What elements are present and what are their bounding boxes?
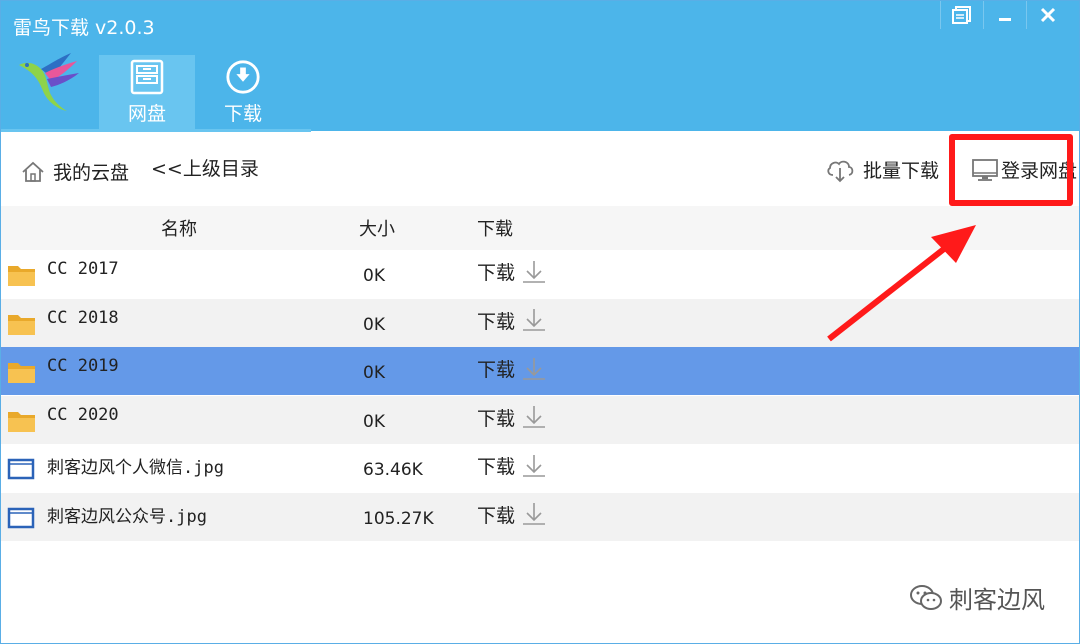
- row-download-button[interactable]: 下载: [477, 307, 547, 334]
- table-row[interactable]: CC 2018 0K 下载: [1, 298, 1079, 347]
- home-icon: [22, 161, 44, 182]
- download-arrow-icon: [523, 406, 546, 428]
- folder-icon: [8, 266, 35, 286]
- row-download-label: 下载: [477, 359, 516, 381]
- title-bar: 雷鸟下载 v2.0.3 网盘 下载: [1, 1, 1079, 131]
- file-name: 刺客边风公众号.jpg: [47, 506, 207, 527]
- parent-directory-button[interactable]: <<上级目录: [151, 154, 259, 181]
- hummingbird-logo: [19, 53, 79, 111]
- table-row[interactable]: CC 2019 0K 下载: [1, 347, 1079, 395]
- restore-icon: [952, 6, 971, 24]
- row-download-button[interactable]: 下载: [477, 258, 547, 285]
- table-row[interactable]: 刺客边风个人微信.jpg 63.46K 下载: [1, 444, 1079, 492]
- tab-download[interactable]: 下载: [195, 55, 291, 129]
- watermark: 刺客边风: [909, 580, 1045, 615]
- file-size: 0K: [363, 314, 385, 335]
- file-size: 0K: [363, 411, 385, 432]
- table-header: 名称 大小 下载: [1, 206, 1079, 250]
- row-download-label: 下载: [477, 262, 516, 284]
- download-circle-icon: [226, 60, 260, 94]
- row-download-label: 下载: [477, 310, 516, 333]
- row-download-button[interactable]: 下载: [477, 452, 547, 479]
- table-row[interactable]: CC 2020 0K 下载: [1, 395, 1079, 444]
- cabinet-icon: [130, 59, 164, 95]
- file-name: 刺客边风个人微信.jpg: [47, 458, 224, 478]
- row-download-button[interactable]: 下载: [477, 501, 547, 528]
- restore-button[interactable]: [940, 1, 983, 29]
- download-arrow-icon: [523, 260, 546, 283]
- file-size: 63.46K: [363, 460, 423, 480]
- my-cloud-label: 我的云盘: [53, 162, 130, 184]
- cloud-download-icon: [827, 160, 854, 182]
- table-row[interactable]: 刺客边风公众号.jpg 105.27K 下载: [1, 492, 1079, 541]
- toolbar: 我的云盘 <<上级目录 批量下载 登录网盘: [1, 132, 1079, 206]
- column-header-download[interactable]: 下载: [477, 215, 513, 241]
- file-name: CC 2018: [47, 307, 119, 328]
- app-window: 雷鸟下载 v2.0.3 网盘 下载 我的云盘 <<上级目录 批量下载 登录网盘 …: [0, 0, 1080, 644]
- row-download-label: 下载: [477, 407, 516, 430]
- tab-netdisk[interactable]: 网盘: [99, 55, 195, 129]
- download-arrow-icon: [523, 454, 546, 477]
- image-file-icon: [7, 458, 35, 480]
- window-title: 雷鸟下载 v2.0.3: [13, 17, 155, 39]
- batch-download-label: 批量下载: [863, 160, 940, 182]
- row-download-button[interactable]: 下载: [477, 404, 547, 431]
- window-controls: [940, 1, 1069, 29]
- file-size: 0K: [363, 266, 385, 286]
- download-arrow-icon: [523, 309, 546, 331]
- batch-download-button[interactable]: 批量下载: [825, 156, 939, 183]
- file-size: 0K: [363, 363, 385, 383]
- minimize-button[interactable]: [983, 1, 1026, 29]
- column-header-size[interactable]: 大小: [359, 215, 395, 241]
- folder-icon: [8, 411, 35, 432]
- annotation-highlight-box: [949, 134, 1073, 206]
- row-download-label: 下载: [477, 504, 516, 527]
- file-name: CC 2017: [47, 259, 119, 279]
- my-cloud-button[interactable]: 我的云盘: [21, 158, 129, 185]
- image-file-icon: [7, 507, 35, 528]
- tab-netdisk-label: 网盘: [127, 103, 166, 125]
- folder-icon: [8, 314, 35, 335]
- parent-directory-label: <<上级目录: [151, 158, 259, 180]
- wechat-icon: [910, 584, 942, 610]
- close-icon: [1040, 7, 1056, 23]
- download-arrow-icon: [523, 503, 546, 525]
- file-name: CC 2020: [47, 404, 119, 425]
- file-size: 105.27K: [363, 508, 434, 529]
- watermark-text: 刺客边风: [949, 586, 1045, 614]
- close-button[interactable]: [1026, 1, 1069, 29]
- column-header-name[interactable]: 名称: [161, 215, 197, 241]
- row-download-button[interactable]: 下载: [477, 355, 547, 382]
- tab-download-label: 下载: [223, 103, 262, 125]
- row-download-label: 下载: [477, 456, 516, 478]
- folder-icon: [8, 363, 35, 383]
- table-row[interactable]: CC 2017 0K 下载: [1, 250, 1079, 298]
- download-arrow-icon: [523, 357, 546, 380]
- file-name: CC 2019: [47, 356, 119, 376]
- minimize-icon: [999, 18, 1011, 21]
